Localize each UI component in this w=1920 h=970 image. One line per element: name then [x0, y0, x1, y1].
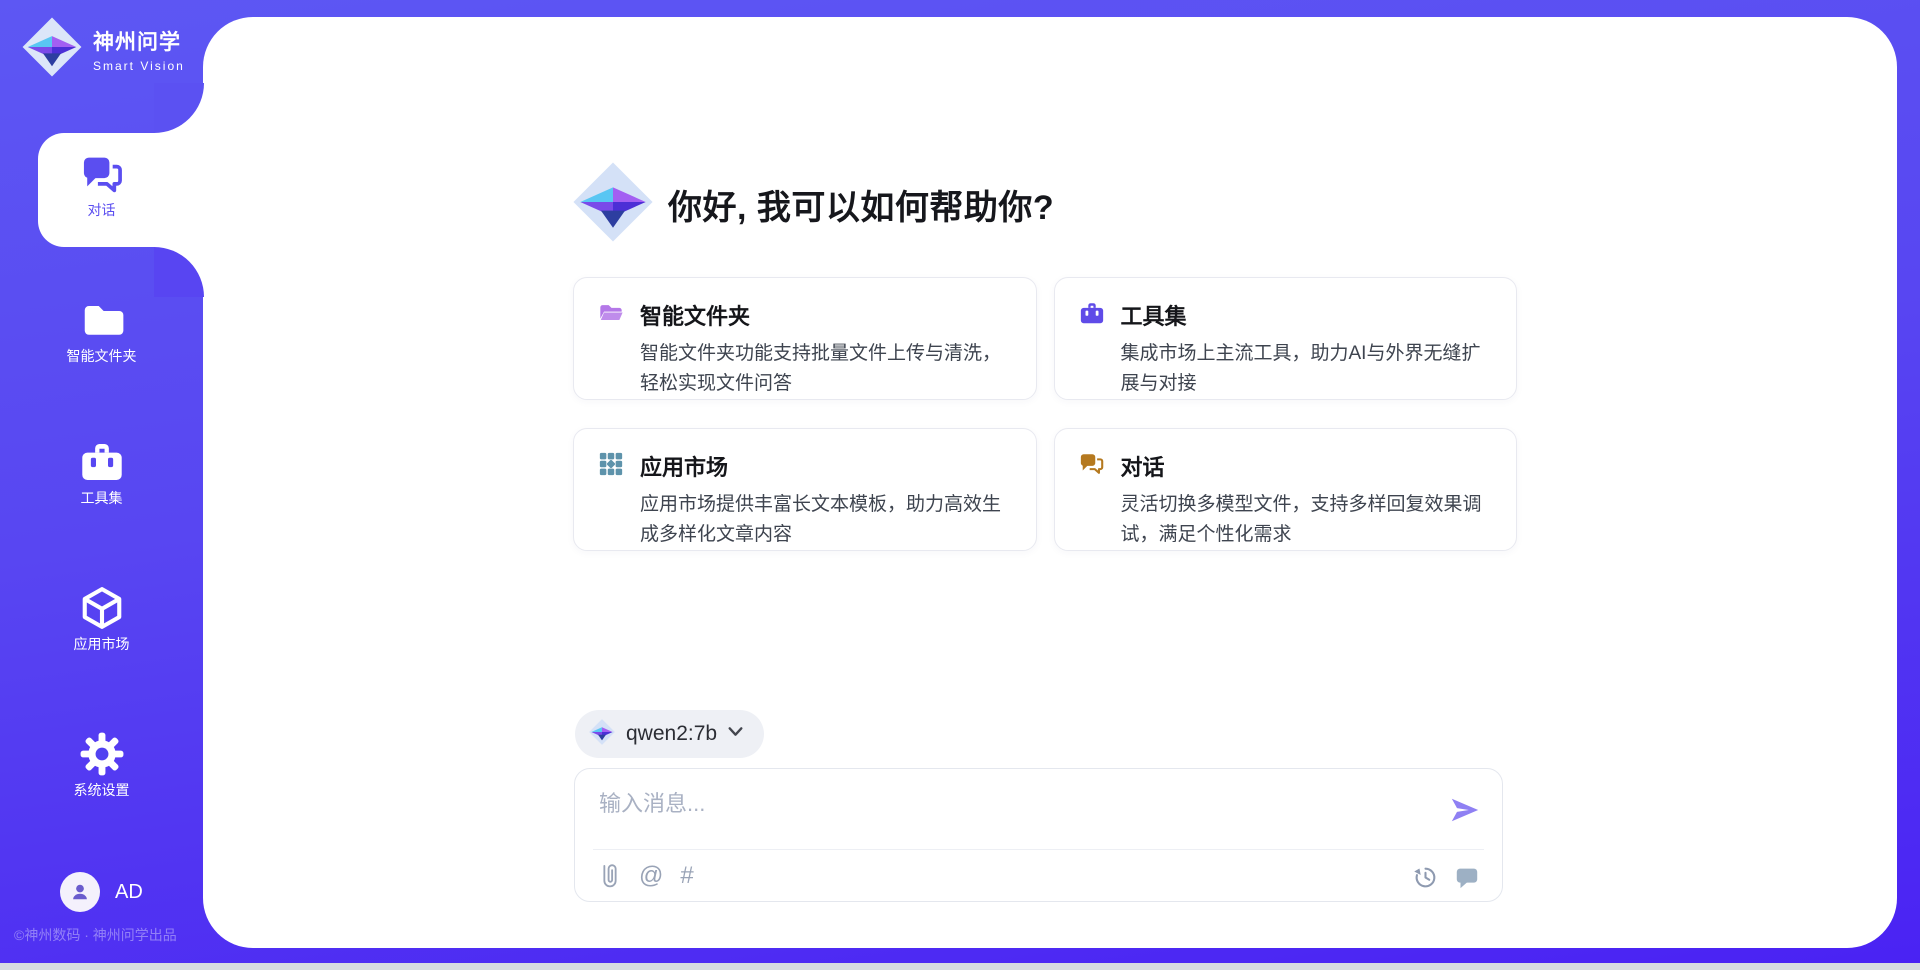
folder-icon: [598, 300, 624, 331]
composer-divider: [593, 849, 1484, 850]
model-logo-icon: [588, 718, 616, 751]
active-bubble-curve-top: [154, 83, 204, 133]
sidebar-item-app-market[interactable]: 应用市场: [0, 584, 203, 654]
card-description: 智能文件夹功能支持批量文件上传与清洗，轻松实现文件问答: [640, 339, 1012, 399]
model-selector[interactable]: qwen2:7b: [575, 710, 764, 758]
app-logo-icon: [20, 15, 84, 84]
cube-icon: [0, 584, 203, 632]
sidebar-item-smart-folder[interactable]: 智能文件夹: [0, 296, 203, 366]
message-composer: @ #: [574, 768, 1503, 902]
toolbox-icon: [0, 438, 203, 486]
chat-bubble-button[interactable]: [1454, 864, 1480, 890]
folder-icon: [0, 296, 203, 344]
sidebar-item-label: 工具集: [0, 488, 203, 508]
sidebar-item-label: 应用市场: [0, 634, 203, 654]
history-icon: [1413, 865, 1438, 890]
card-description: 集成市场上主流工具，助力AI与外界无缝扩展与对接: [1121, 339, 1493, 399]
greeting-title: 你好, 我可以如何帮助你?: [668, 180, 1054, 229]
user-account[interactable]: AD: [60, 872, 143, 912]
card-smart-folder[interactable]: 智能文件夹 智能文件夹功能支持批量文件上传与清洗，轻松实现文件问答: [573, 277, 1037, 400]
main-content: 你好, 我可以如何帮助你? 智能文件夹 智能文件夹功能支持批量文件上传与清洗，轻…: [0, 0, 1920, 970]
sidebar-item-label: 对话: [0, 200, 203, 220]
bottom-edge-strip: [0, 963, 1920, 970]
card-title: 对话: [1121, 450, 1165, 482]
card-title: 工具集: [1121, 299, 1187, 331]
history-button[interactable]: [1413, 865, 1438, 890]
gear-icon: [0, 730, 203, 778]
chat-icon: [1079, 451, 1105, 482]
greeting: 你好, 我可以如何帮助你?: [570, 159, 1054, 250]
model-name: qwen2:7b: [626, 722, 717, 746]
app-title: 神州问学: [93, 31, 181, 54]
paperclip-icon: [598, 863, 622, 890]
copyright-text: ©神州数码 · 神州问学出品: [14, 925, 177, 945]
hashtag-button[interactable]: #: [680, 862, 693, 890]
card-description: 灵活切换多模型文件，支持多样回复效果调试，满足个性化需求: [1121, 490, 1493, 550]
sidebar-item-label: 系统设置: [0, 780, 203, 800]
hash-icon: #: [680, 862, 693, 890]
sidebar-item-label: 智能文件夹: [0, 346, 203, 366]
brand: 神州问学 Smart Vision: [20, 15, 185, 84]
grid-icon: [598, 451, 624, 482]
attach-button[interactable]: [598, 863, 622, 890]
chat-icon: [0, 150, 203, 198]
app-subtitle: Smart Vision: [93, 59, 185, 73]
feature-cards: 智能文件夹 智能文件夹功能支持批量文件上传与清洗，轻松实现文件问答 工具集 集成…: [573, 277, 1517, 551]
message-input[interactable]: [599, 787, 1379, 821]
sidebar-item-settings[interactable]: 系统设置: [0, 730, 203, 800]
chevron-down-icon: [727, 723, 744, 745]
card-chat[interactable]: 对话 灵活切换多模型文件，支持多样回复效果调试，满足个性化需求: [1054, 428, 1518, 551]
sidebar: 神州问学 Smart Vision 对话 智能文件夹: [0, 0, 203, 970]
chat-icon: [1454, 864, 1480, 890]
card-title: 应用市场: [640, 450, 728, 482]
card-title: 智能文件夹: [640, 299, 750, 331]
card-toolset[interactable]: 工具集 集成市场上主流工具，助力AI与外界无缝扩展与对接: [1054, 277, 1518, 400]
sidebar-item-toolset[interactable]: 工具集: [0, 438, 203, 508]
card-description: 应用市场提供丰富长文本模板，助力高效生成多样化文章内容: [640, 490, 1012, 550]
mention-button[interactable]: @: [639, 862, 663, 890]
active-bubble-curve-bottom: [154, 247, 204, 297]
send-button[interactable]: [1449, 794, 1481, 829]
person-icon: [68, 880, 92, 904]
avatar: [60, 872, 100, 912]
greeting-logo-icon: [570, 159, 656, 250]
card-app-market[interactable]: 应用市场 应用市场提供丰富长文本模板，助力高效生成多样化文章内容: [573, 428, 1037, 551]
at-icon: @: [639, 862, 663, 890]
send-icon: [1449, 794, 1481, 826]
toolbox-icon: [1079, 300, 1105, 331]
sidebar-item-chat[interactable]: 对话: [0, 150, 203, 220]
user-initials: AD: [115, 881, 143, 904]
